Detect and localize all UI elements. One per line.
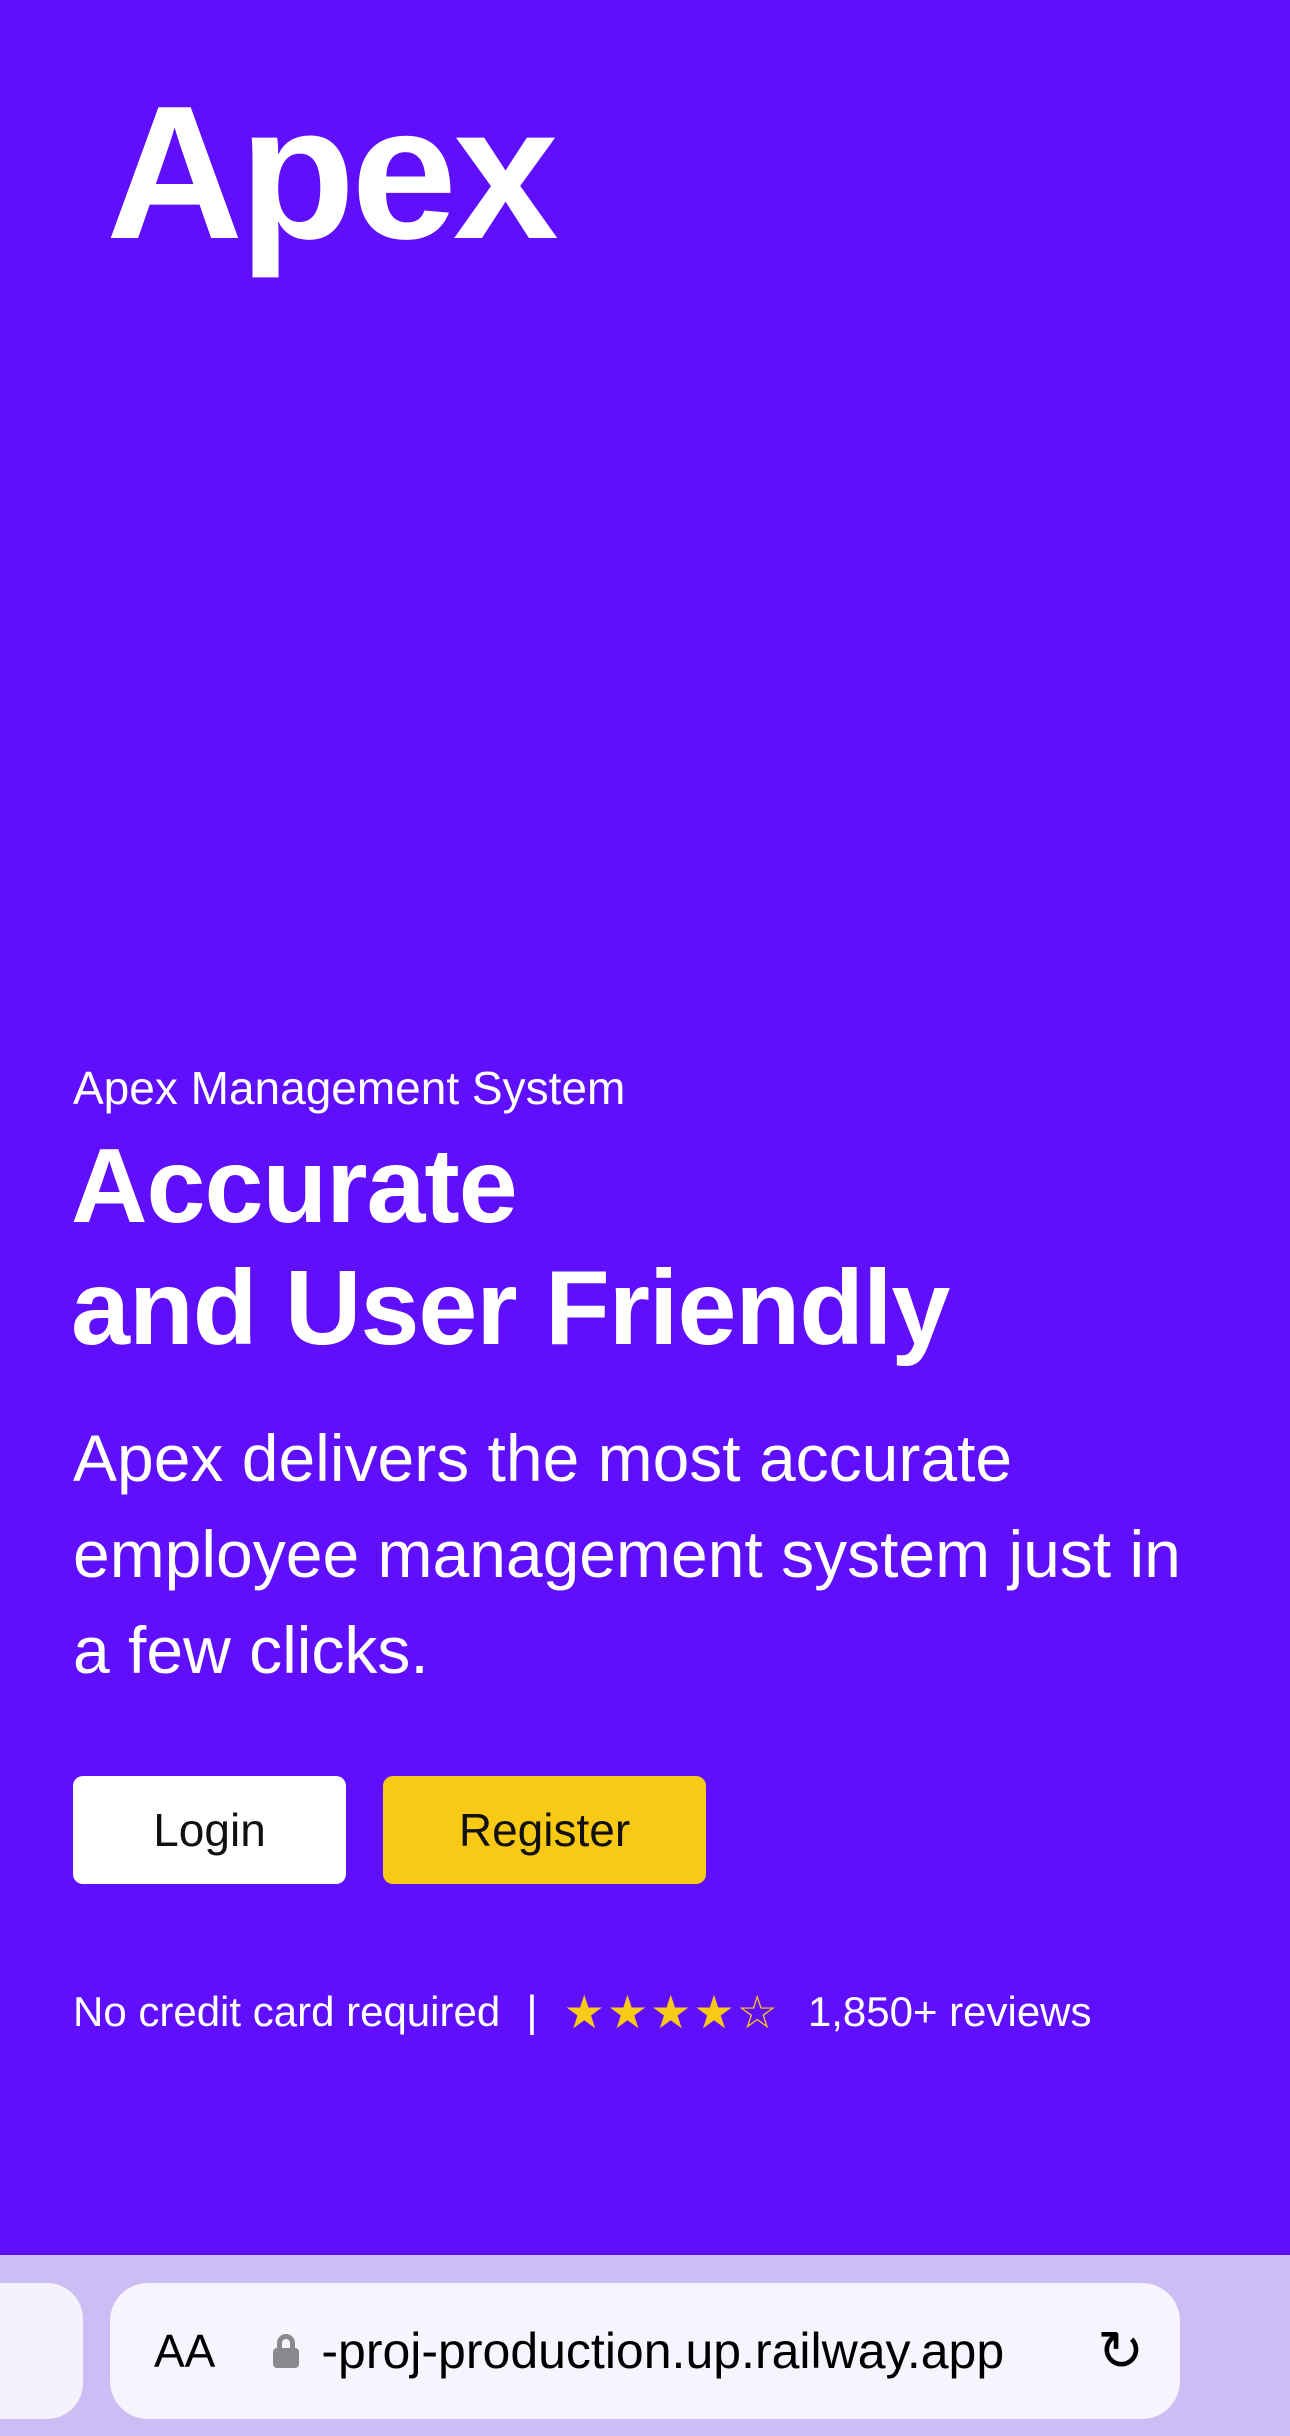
previous-tab-pill[interactable] [0, 2283, 83, 2419]
browser-toolbar: AA -proj-production.up.railway.app ↻ [0, 2255, 1290, 2436]
headline-line-1: Accurate [71, 1127, 518, 1245]
login-button[interactable]: Login [73, 1776, 346, 1884]
headline: Accurate and User Friendly [71, 1125, 950, 1369]
url-text[interactable]: -proj-production.up.railway.app [321, 2322, 1004, 2380]
text-size-button[interactable]: AA [154, 2324, 215, 2378]
no-credit-card-text: No credit card required [73, 1988, 501, 2035]
reviews-count: 1,850+ reviews [807, 1988, 1092, 2035]
description: Apex delivers the most accurate employee… [73, 1421, 1181, 1687]
headline-line-2: and User Friendly [71, 1249, 950, 1367]
address-bar[interactable]: AA -proj-production.up.railway.app ↻ [110, 2283, 1180, 2419]
star-rating-icon: ★★★★☆ [563, 1986, 780, 2038]
trust-row: No credit card required | ★★★★☆ 1,850+ r… [73, 1985, 1092, 2039]
lock-icon [273, 2334, 300, 2368]
reload-icon[interactable]: ↻ [1097, 2318, 1144, 2384]
logo: Apex [106, 67, 559, 279]
register-button[interactable]: Register [383, 1776, 706, 1884]
eyebrow: Apex Management System [73, 1062, 626, 1114]
separator: | [526, 1987, 538, 2036]
